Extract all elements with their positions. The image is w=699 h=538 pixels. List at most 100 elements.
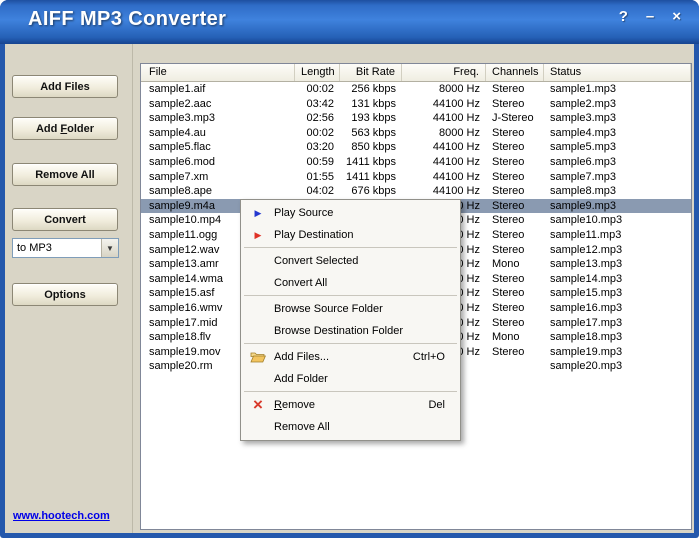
table-row[interactable]: sample1.aif 00:02 256 kbps 8000 Hz Stere… xyxy=(141,82,691,97)
menu-item-label: Convert All xyxy=(274,277,328,289)
sidebar-button-add-folder[interactable]: Add Folder xyxy=(12,117,118,140)
table-row[interactable]: sample2.aac 03:42 131 kbps 44100 Hz Ster… xyxy=(141,97,691,112)
column-header-freq[interactable]: Freq. xyxy=(402,64,486,81)
play-destination-icon xyxy=(248,224,268,246)
length-cell: 02:56 xyxy=(306,112,334,125)
table-header: File Length Bit Rate Freq. Channels Stat… xyxy=(141,64,691,82)
menu-item-label: Play Source xyxy=(274,207,334,219)
menu-item-label: Remove All xyxy=(274,421,330,433)
channels-cell: Stereo xyxy=(492,97,525,110)
menu-item-convert-all[interactable]: Convert All xyxy=(241,272,460,294)
status-cell: sample14.mp3 xyxy=(550,272,623,285)
sidebar: to MP3 www.hootech.com Add Files Add Fol… xyxy=(5,44,133,533)
sidebar-button-add-files[interactable]: Add Files xyxy=(12,75,118,98)
channels-cell: Mono xyxy=(492,331,520,344)
menu-item-play-source[interactable]: Play Source xyxy=(241,202,460,224)
status-cell: sample4.mp3 xyxy=(550,126,617,139)
menu-item-label: Browse Destination Folder xyxy=(274,325,404,337)
freq-cell: 8000 Hz xyxy=(439,126,480,139)
channels-cell: Stereo xyxy=(492,199,525,212)
status-cell: sample2.mp3 xyxy=(550,97,617,110)
status-cell: sample1.mp3 xyxy=(550,83,617,95)
length-cell: 00:02 xyxy=(306,83,334,95)
table-row[interactable]: sample8.ape 04:02 676 kbps 44100 Hz Ster… xyxy=(141,184,691,199)
context-menu: Play Source Play Destination Convert Sel… xyxy=(240,199,461,441)
length-cell: 03:42 xyxy=(306,97,334,110)
menu-item-browse-destination-folder[interactable]: Browse Destination Folder xyxy=(241,320,460,342)
app-window: AIFF MP3 Converter ? – × to MP3 www.hoot… xyxy=(0,0,699,538)
menu-item-shortcut: Ctrl+O xyxy=(412,351,445,363)
column-header-channels[interactable]: Channels xyxy=(486,64,544,81)
app-title: AIFF MP3 Converter xyxy=(28,8,227,30)
sidebar-button-label: Remove All xyxy=(35,168,95,181)
status-cell: sample8.mp3 xyxy=(550,185,617,198)
menu-item-add-files[interactable]: Add Files... Ctrl+O xyxy=(241,346,460,368)
status-cell: sample3.mp3 xyxy=(550,112,617,125)
sidebar-button-label: Add Files xyxy=(40,80,90,93)
remove-icon xyxy=(248,394,268,416)
channels-cell: Stereo xyxy=(492,155,525,168)
status-cell: sample19.mp3 xyxy=(550,345,623,358)
file-cell: sample8.ape xyxy=(149,185,212,198)
file-cell: sample4.au xyxy=(149,126,206,139)
menu-item-browse-source-folder[interactable]: Browse Source Folder xyxy=(241,298,460,320)
channels-cell: Stereo xyxy=(492,287,525,300)
sidebar-button-convert[interactable]: Convert xyxy=(12,208,118,231)
status-cell: sample15.mp3 xyxy=(550,287,623,300)
freq-cell: 44100 Hz xyxy=(432,97,480,110)
status-cell: sample12.mp3 xyxy=(550,243,623,256)
column-header-bitrate[interactable]: Bit Rate xyxy=(340,64,402,81)
column-header-status[interactable]: Status xyxy=(544,64,691,81)
channels-cell xyxy=(486,359,544,374)
channels-cell: Stereo xyxy=(492,214,525,227)
table-row[interactable]: sample4.au 00:02 563 kbps 8000 Hz Stereo… xyxy=(141,126,691,141)
sidebar-button-options[interactable]: Options xyxy=(12,283,118,306)
file-cell: sample5.flac xyxy=(149,141,211,154)
help-button[interactable]: ? xyxy=(619,8,628,25)
channels-cell: Mono xyxy=(492,258,520,271)
dropdown-arrow-icon[interactable] xyxy=(101,239,118,257)
table-row[interactable]: sample7.xm 01:55 1411 kbps 44100 Hz Ster… xyxy=(141,170,691,185)
column-header-file[interactable]: File xyxy=(141,64,295,81)
bitrate-cell: 256 kbps xyxy=(351,83,396,95)
length-cell: 04:02 xyxy=(306,185,334,198)
format-select[interactable]: to MP3 xyxy=(12,238,119,258)
status-cell: sample18.mp3 xyxy=(550,331,623,344)
length-cell: 00:02 xyxy=(306,126,334,139)
menu-item-convert-selected[interactable]: Convert Selected xyxy=(241,250,460,272)
file-cell: sample7.xm xyxy=(149,170,209,183)
close-button[interactable]: × xyxy=(672,8,681,25)
menu-item-shortcut: Del xyxy=(428,399,445,411)
file-cell: sample3.mp3 xyxy=(149,112,216,125)
channels-cell: Stereo xyxy=(492,170,525,183)
table-row[interactable]: sample3.mp3 02:56 193 kbps 44100 Hz J-St… xyxy=(141,111,691,126)
column-header-length[interactable]: Length xyxy=(295,64,340,81)
status-cell: sample17.mp3 xyxy=(550,316,623,329)
table-row[interactable]: sample5.flac 03:20 850 kbps 44100 Hz Ste… xyxy=(141,140,691,155)
status-cell: sample13.mp3 xyxy=(550,258,623,271)
file-cell: sample1.aif xyxy=(149,83,206,95)
freq-cell: 44100 Hz xyxy=(432,141,480,154)
table-row[interactable]: sample6.mod 00:59 1411 kbps 44100 Hz Ste… xyxy=(141,155,691,170)
menu-item-remove[interactable]: Remove Del xyxy=(241,394,460,416)
channels-cell: Stereo xyxy=(492,141,525,154)
bitrate-cell: 1411 kbps xyxy=(346,155,396,168)
length-cell: 03:20 xyxy=(306,141,334,154)
minimize-button[interactable]: – xyxy=(646,8,654,25)
freq-cell: 44100 Hz xyxy=(432,185,480,198)
menu-item-label: Convert Selected xyxy=(274,255,359,267)
bitrate-cell: 1411 kbps xyxy=(346,170,396,183)
channels-cell: Stereo xyxy=(492,228,525,241)
file-cell: sample2.aac xyxy=(149,97,212,110)
menu-item-add-folder[interactable]: Add Folder xyxy=(241,368,460,390)
status-cell: sample7.mp3 xyxy=(550,170,617,183)
website-link[interactable]: www.hootech.com xyxy=(13,510,110,522)
sidebar-button-remove-all[interactable]: Remove All xyxy=(12,163,118,186)
menu-item-remove-all[interactable]: Remove All xyxy=(241,416,460,438)
menu-item-label: Add Folder xyxy=(274,373,328,385)
channels-cell: Stereo xyxy=(492,83,525,95)
menu-item-play-destination[interactable]: Play Destination xyxy=(241,224,460,246)
status-cell: sample5.mp3 xyxy=(550,141,617,154)
sidebar-button-label: Options xyxy=(44,288,86,301)
channels-cell: Stereo xyxy=(492,185,525,198)
